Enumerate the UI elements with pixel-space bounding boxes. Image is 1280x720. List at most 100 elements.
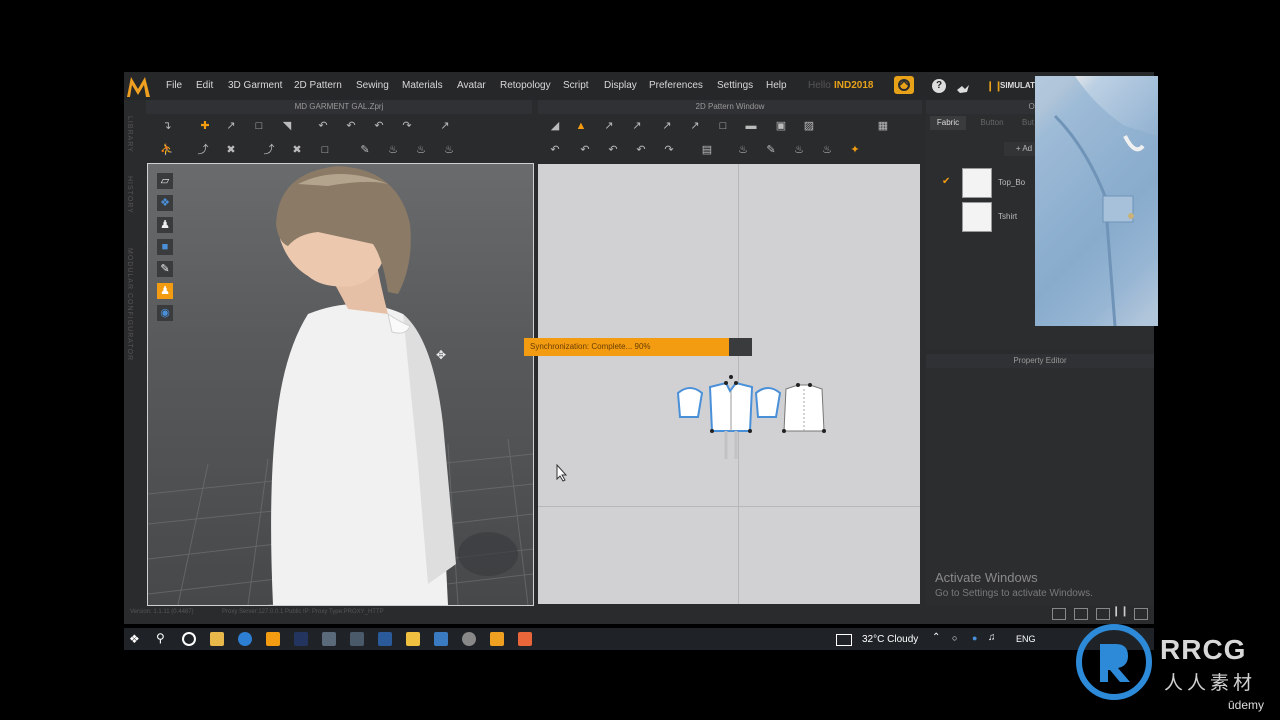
user-name[interactable]: IND2018: [834, 80, 873, 91]
tape-icon[interactable]: ✖: [224, 143, 238, 157]
library-tab[interactable]: LIBRARY: [126, 116, 133, 153]
trace-icon[interactable]: ↶: [548, 143, 562, 157]
check-sewing-icon[interactable]: ↶: [634, 143, 648, 157]
texture-icon[interactable]: ♨: [414, 143, 428, 157]
button-icon[interactable]: ♨: [442, 143, 456, 157]
2d-pattern-viewport[interactable]: [538, 164, 920, 604]
pattern-pieces[interactable]: [668, 369, 838, 459]
tab-button[interactable]: Button: [972, 116, 1012, 130]
edit-sewing-icon[interactable]: ↗: [688, 119, 702, 133]
grid-icon[interactable]: ▦: [876, 119, 890, 133]
segment-icon[interactable]: ↶: [344, 119, 358, 133]
3d-garment-viewport[interactable]: ▱ ❖ ♟ ■ ✎ ♟ ◉ ✥: [147, 163, 534, 606]
obs-icon[interactable]: [462, 632, 476, 646]
weather-icon[interactable]: [836, 634, 852, 646]
help-icon[interactable]: ?: [932, 79, 946, 93]
cloud-sync-icon[interactable]: [894, 76, 914, 94]
avatar-display-icon[interactable]: ♟: [157, 217, 173, 233]
history-tab[interactable]: HISTORY: [126, 176, 133, 214]
menu-script[interactable]: Script: [563, 80, 589, 91]
app-icon[interactable]: [350, 632, 364, 646]
internal-polygon-icon[interactable]: ▨: [802, 119, 816, 133]
fold-2d-icon[interactable]: ▤: [700, 143, 714, 157]
pin-icon[interactable]: ↗: [438, 119, 452, 133]
measure-icon[interactable]: ⤴: [262, 143, 276, 157]
segment-sewing-icon[interactable]: ↶: [578, 143, 592, 157]
buttonhole-icon[interactable]: ✦: [848, 143, 862, 157]
edit-curve-icon[interactable]: ↗: [602, 119, 616, 133]
layout-split-icon[interactable]: [1074, 608, 1088, 620]
polygon-icon[interactable]: □: [716, 119, 730, 133]
brush-icon[interactable]: ♨: [386, 143, 400, 157]
network-icon[interactable]: ○: [952, 633, 957, 643]
photos-icon[interactable]: [434, 632, 448, 646]
sublime-icon[interactable]: [518, 632, 532, 646]
avatar-pose-icon[interactable]: ⛹: [160, 143, 174, 157]
button-2d-icon[interactable]: ♨: [820, 143, 834, 157]
brush-display-icon[interactable]: ✎: [157, 261, 173, 277]
avatar-skin-icon[interactable]: ♟: [157, 283, 173, 299]
app-icon[interactable]: [322, 632, 336, 646]
edit-texture-icon[interactable]: ✎: [764, 143, 778, 157]
ellipse-icon[interactable]: ▣: [774, 119, 788, 133]
pen-icon[interactable]: ✎: [358, 143, 372, 157]
menu-file[interactable]: File: [166, 80, 182, 91]
cortana-icon[interactable]: [182, 632, 196, 646]
layout-3d-icon[interactable]: [1096, 608, 1110, 620]
free-sewing-icon[interactable]: ↷: [400, 119, 414, 133]
select-point-icon[interactable]: ↗: [224, 119, 238, 133]
menu-retopology[interactable]: Retopology: [500, 80, 551, 91]
tack-2d-icon[interactable]: ↷: [662, 143, 676, 157]
menu-materials[interactable]: Materials: [402, 80, 443, 91]
language-indicator[interactable]: ENG: [1016, 634, 1036, 644]
menu-2d-pattern[interactable]: 2D Pattern: [294, 80, 342, 91]
word-icon[interactable]: [378, 632, 392, 646]
shirt-display-icon[interactable]: ▱: [157, 173, 173, 189]
modular-configurator-tab[interactable]: MODULAR CONFIGURATOR: [126, 248, 133, 361]
simulation-button[interactable]: SIMULAT: [1000, 81, 1035, 90]
select-mesh-icon[interactable]: ↴: [160, 119, 174, 133]
environment-icon[interactable]: ◉: [157, 305, 173, 321]
arrangement-icon[interactable]: ⤴: [196, 143, 210, 157]
move-icon[interactable]: ✚: [198, 119, 212, 133]
rectangle-icon[interactable]: ▬: [744, 119, 758, 133]
curve-point-icon[interactable]: ↗: [630, 119, 644, 133]
texture-display-icon[interactable]: ■: [157, 239, 173, 255]
menu-3d-garment[interactable]: 3D Garment: [228, 80, 282, 91]
bird-icon[interactable]: [956, 81, 970, 93]
tray-chevron-icon[interactable]: ⌃: [932, 632, 940, 643]
photoshop-icon[interactable]: [294, 632, 308, 646]
transform-pattern-icon[interactable]: ◢: [548, 119, 562, 133]
menu-help[interactable]: Help: [766, 80, 787, 91]
menu-preferences[interactable]: Preferences: [649, 80, 703, 91]
menu-edit[interactable]: Edit: [196, 80, 213, 91]
free-sewing-2d-icon[interactable]: ↶: [606, 143, 620, 157]
cut-icon[interactable]: □: [318, 143, 332, 157]
pause-icon[interactable]: ❙❙: [1112, 606, 1129, 617]
menu-display[interactable]: Display: [604, 80, 637, 91]
windows-start-icon[interactable]: ❖: [129, 632, 140, 646]
volume-icon[interactable]: ♫: [988, 632, 996, 643]
edit-pattern-icon[interactable]: ▲: [574, 119, 588, 133]
transform-icon[interactable]: □: [252, 119, 266, 133]
tack-icon[interactable]: ◥: [280, 119, 294, 133]
menu-sewing[interactable]: Sewing: [356, 80, 389, 91]
screenshot-icon[interactable]: [1134, 608, 1148, 620]
fit-icon[interactable]: ✖: [290, 143, 304, 157]
marvelous-designer-taskbar-icon[interactable]: [490, 632, 504, 646]
menu-settings[interactable]: Settings: [717, 80, 753, 91]
texture-edit-icon[interactable]: ♨: [736, 143, 750, 157]
tab-fabric[interactable]: Fabric: [930, 116, 966, 130]
graphic-icon[interactable]: ♨: [792, 143, 806, 157]
fold-icon[interactable]: ↶: [316, 119, 330, 133]
edge-icon[interactable]: [238, 632, 252, 646]
fabric-display-icon[interactable]: ❖: [157, 195, 173, 211]
file-explorer-icon[interactable]: [210, 632, 224, 646]
sticky-notes-icon[interactable]: [406, 632, 420, 646]
seam-icon[interactable]: ↶: [372, 119, 386, 133]
vlc-icon[interactable]: [266, 632, 280, 646]
add-point-icon[interactable]: ↗: [660, 119, 674, 133]
layout-single-icon[interactable]: [1052, 608, 1066, 620]
search-icon[interactable]: ⚲: [156, 631, 165, 645]
bluetooth-icon[interactable]: ●: [972, 633, 977, 643]
